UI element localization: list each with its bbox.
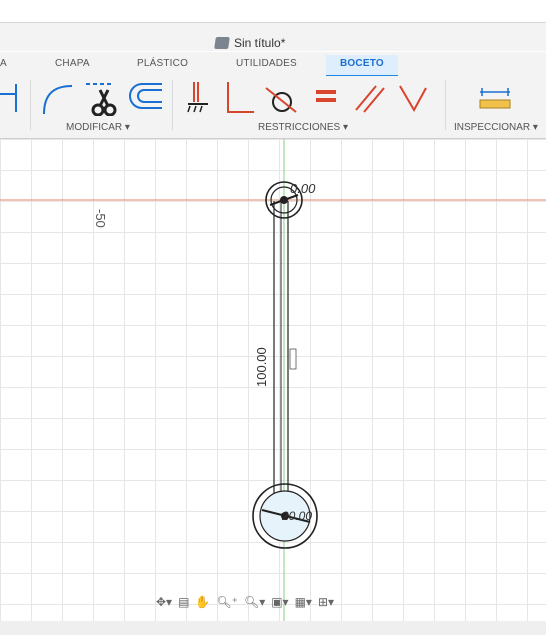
orbit-icon[interactable]: ✥▾: [156, 595, 172, 609]
horizontal-vertical-constraint-icon[interactable]: [184, 80, 214, 116]
document-title: Sin título*: [214, 36, 286, 50]
separator: [445, 80, 446, 130]
ribbon-toolbar: MODIFICAR ▾ RESTRICCIONES ▾ INSPECCIONAR…: [0, 76, 546, 139]
top-circle-dimension[interactable]: 0.00: [290, 181, 315, 196]
sketch-geometry: [0, 139, 546, 621]
group-label-restricciones[interactable]: RESTRICCIONES ▾: [258, 122, 348, 133]
tangent-icon[interactable]: [264, 80, 300, 116]
pan-icon[interactable]: ✋: [195, 595, 210, 609]
document-title-text: Sin título*: [234, 36, 286, 50]
offset-icon[interactable]: [128, 80, 164, 116]
separator: [172, 80, 173, 130]
grid-icon[interactable]: ▦▾: [295, 595, 312, 609]
constraint-marker-icon: [289, 348, 297, 370]
group-label-inspeccionar[interactable]: INSPECCIONAR ▾: [454, 122, 538, 133]
tab-plastico[interactable]: PLÁSTICO: [137, 58, 188, 69]
workspace-tabs: A CHAPA PLÁSTICO UTILIDADES BOCETO: [0, 52, 546, 78]
length-dimension[interactable]: 100.00: [254, 347, 269, 387]
trim-scissors-icon[interactable]: [84, 80, 120, 116]
separator: [30, 80, 31, 130]
group-label-modificar[interactable]: MODIFICAR ▾: [66, 122, 130, 133]
document-cube-icon: [214, 37, 230, 49]
coincident-icon[interactable]: [396, 80, 430, 116]
tab-a[interactable]: A: [0, 58, 7, 69]
display-settings-icon[interactable]: ▣▾: [271, 595, 288, 609]
tab-utilidades[interactable]: UTILIDADES: [236, 58, 297, 69]
perpendicular-icon[interactable]: [222, 80, 256, 116]
tab-boceto[interactable]: BOCETO: [326, 55, 398, 78]
look-at-icon[interactable]: ▤: [178, 595, 189, 609]
parallel-icon[interactable]: [352, 80, 386, 116]
status-bar: [0, 621, 546, 635]
bottom-circle-dimension[interactable]: 20.00: [282, 509, 312, 523]
sketch-canvas[interactable]: -50 100.00 0.00 20.00: [0, 139, 546, 621]
fillet-icon[interactable]: [40, 80, 76, 116]
viewports-icon[interactable]: ⊞▾: [318, 595, 334, 609]
navigation-bar: ✥▾ ▤ ✋ 🔍︎⁺ 🔍︎▾ ▣▾ ▦▾ ⊞▾: [156, 595, 334, 609]
axis-label: -50: [93, 209, 108, 228]
line-tool-icon[interactable]: [0, 80, 22, 116]
fit-icon[interactable]: 🔍︎▾: [244, 595, 265, 609]
equal-icon[interactable]: [312, 80, 340, 116]
zoom-icon[interactable]: 🔍︎⁺: [216, 595, 238, 609]
title-bar: Sin título*: [0, 0, 546, 51]
tab-chapa[interactable]: CHAPA: [55, 58, 90, 69]
measure-ruler-icon[interactable]: [478, 80, 512, 116]
